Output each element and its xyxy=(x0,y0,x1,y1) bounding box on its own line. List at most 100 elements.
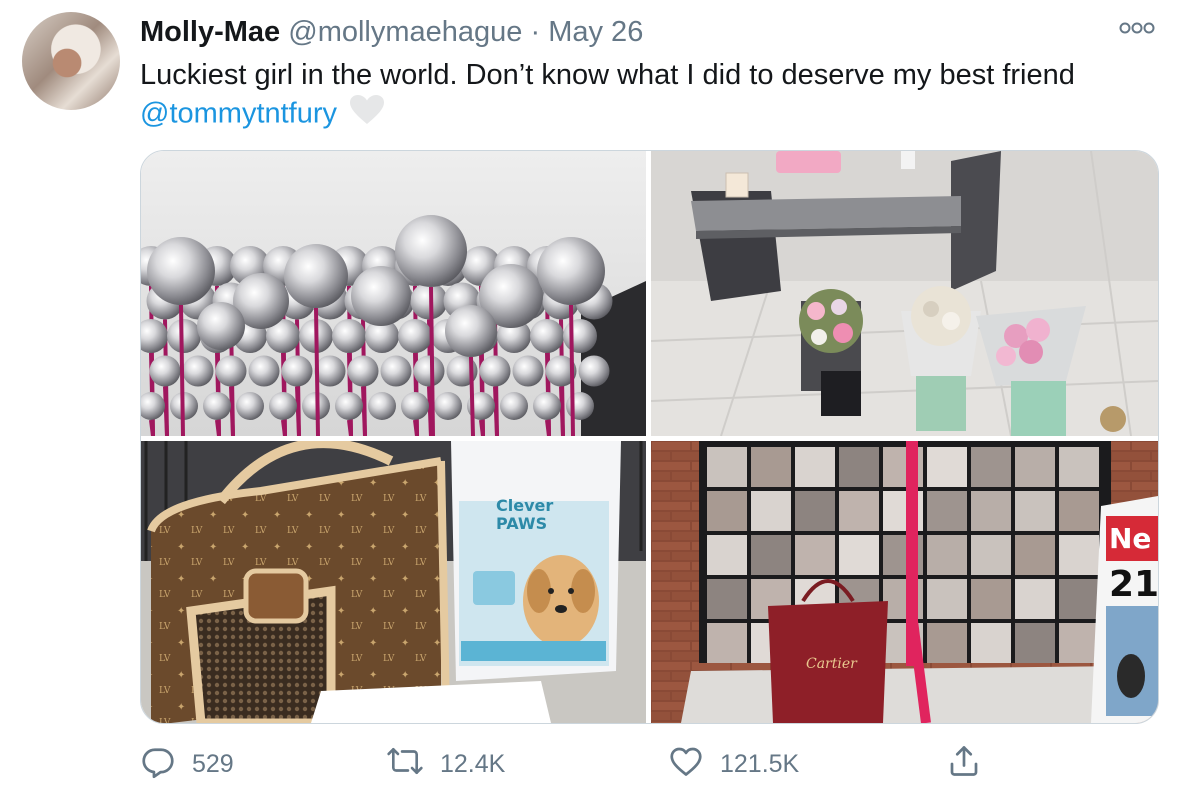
collage-photo xyxy=(1015,535,1055,575)
collage-photo xyxy=(927,535,967,575)
collage-photo xyxy=(707,579,747,619)
share-button[interactable] xyxy=(946,742,982,786)
more-icon[interactable] xyxy=(1118,18,1156,38)
balloon xyxy=(566,392,594,420)
collage-photo xyxy=(927,579,967,619)
collage-photo xyxy=(1015,447,1055,487)
balloon xyxy=(395,215,467,287)
mention-link[interactable]: @tommytntfury xyxy=(140,98,337,130)
balloon xyxy=(248,355,280,387)
balloon xyxy=(351,266,411,326)
balloon-tassel xyxy=(545,419,551,436)
balloon xyxy=(578,355,610,387)
balloon-tassel xyxy=(215,419,221,436)
collage-photo xyxy=(971,623,1011,663)
balloon xyxy=(398,319,432,353)
retweet-button[interactable]: 12.4K xyxy=(386,742,505,786)
balloon xyxy=(269,392,297,420)
balloon-tassel xyxy=(179,304,185,436)
collage-photo xyxy=(971,535,1011,575)
collage-photo xyxy=(1059,491,1099,531)
balloon xyxy=(236,392,264,420)
balloon xyxy=(500,392,528,420)
svg-text:Clever: Clever xyxy=(496,496,553,515)
balloon xyxy=(533,392,561,420)
collage-photo xyxy=(707,623,747,663)
balloon-tassel xyxy=(163,386,169,436)
balloon xyxy=(197,302,245,350)
collage-photo xyxy=(971,579,1011,619)
balloon xyxy=(182,355,214,387)
balloon-tassel xyxy=(361,386,367,436)
collage-photo xyxy=(1059,535,1099,575)
balloon xyxy=(347,355,379,387)
balloon-tassel xyxy=(347,419,353,436)
retweet-icon xyxy=(386,743,424,786)
collage-photo xyxy=(1059,623,1099,663)
collage-photo xyxy=(839,535,879,575)
media-grid: ✦ LV xyxy=(140,150,1159,724)
tweet-actions: 529 12.4K 121.5K xyxy=(0,742,1184,786)
balloon-tassel xyxy=(469,356,475,436)
collage-photo xyxy=(1015,623,1055,663)
balloon-tassel xyxy=(493,386,499,436)
collage-photo xyxy=(927,491,967,531)
collage-photo xyxy=(839,447,879,487)
tweet-body: Luckiest girl in the world. Don’t know w… xyxy=(140,59,1075,91)
balloon xyxy=(530,319,564,353)
balloon xyxy=(413,355,445,387)
newspaper-number: 21 xyxy=(1109,564,1158,605)
balloon xyxy=(281,355,313,387)
collage-photo xyxy=(971,447,1011,487)
collage-photo xyxy=(1059,579,1099,619)
author-display-name[interactable]: Molly-Mae xyxy=(140,16,280,48)
reply-count: 529 xyxy=(192,749,234,778)
reply-button[interactable]: 529 xyxy=(140,742,234,786)
balloon-tassel xyxy=(569,304,575,436)
balloon xyxy=(401,392,429,420)
like-button[interactable]: 121.5K xyxy=(668,742,799,786)
photo-gifts-collage[interactable]: Cartier Ne 21 xyxy=(651,441,1158,723)
balloon xyxy=(149,355,181,387)
balloon-tassel xyxy=(149,419,155,436)
collage-photo xyxy=(751,535,791,575)
collage-photo xyxy=(839,491,879,531)
like-icon xyxy=(668,743,704,786)
balloon xyxy=(284,244,348,308)
collage-photo xyxy=(751,447,791,487)
balloon xyxy=(215,355,247,387)
balloon xyxy=(512,355,544,387)
newspaper-masthead: Ne xyxy=(1109,522,1151,555)
author-handle[interactable]: @mollymaehague xyxy=(288,16,522,48)
photo-balloons[interactable] xyxy=(141,151,646,436)
retweet-count: 12.4K xyxy=(440,749,506,778)
collage-photo xyxy=(707,491,747,531)
tweet-header: Molly-Mae @mollymaehague · May 26 xyxy=(140,14,643,50)
reply-icon xyxy=(140,743,176,786)
balloon xyxy=(537,237,605,305)
balloon-tassel xyxy=(479,419,485,436)
collage-photo xyxy=(707,447,747,487)
balloon xyxy=(434,392,462,420)
collage-photo xyxy=(795,447,835,487)
tweet-date[interactable]: May 26 xyxy=(548,16,643,48)
cartier-label: Cartier xyxy=(806,656,858,672)
like-count: 121.5K xyxy=(720,749,800,778)
balloon xyxy=(563,319,597,353)
photo-dog-carrier[interactable]: ✦ LV xyxy=(141,441,646,723)
collage-photo xyxy=(751,491,791,531)
balloon xyxy=(203,392,231,420)
balloon-tassel xyxy=(281,419,287,436)
collage-photo xyxy=(927,447,967,487)
tweet-text: Luckiest girl in the world. Don’t know w… xyxy=(140,56,1160,136)
balloon xyxy=(335,392,363,420)
balloon xyxy=(368,392,396,420)
author-avatar[interactable] xyxy=(22,12,120,110)
collage-photo xyxy=(971,491,1011,531)
photo-flowers-table[interactable] xyxy=(651,151,1158,436)
balloon xyxy=(332,319,366,353)
balloon xyxy=(410,282,448,320)
balloon-tassel xyxy=(559,386,565,436)
svg-text:PAWS: PAWS xyxy=(496,514,547,533)
collage-photo xyxy=(707,535,747,575)
